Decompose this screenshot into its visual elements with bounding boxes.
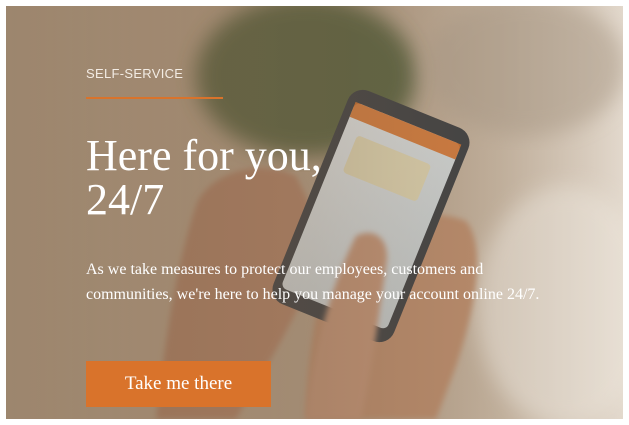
hero-banner: SELF-SERVICE Here for you, 24/7 As we ta… bbox=[6, 6, 623, 419]
eyebrow-divider bbox=[86, 97, 223, 99]
hero-description: As we take measures to protect our emplo… bbox=[86, 261, 540, 303]
take-me-there-button[interactable]: Take me there bbox=[86, 361, 271, 407]
hero-headline: Here for you, 24/7 bbox=[86, 134, 506, 222]
eyebrow-label: SELF-SERVICE bbox=[86, 66, 184, 81]
headline-line-1: Here for you, bbox=[86, 131, 322, 180]
headline-line-2: 24/7 bbox=[86, 175, 165, 224]
